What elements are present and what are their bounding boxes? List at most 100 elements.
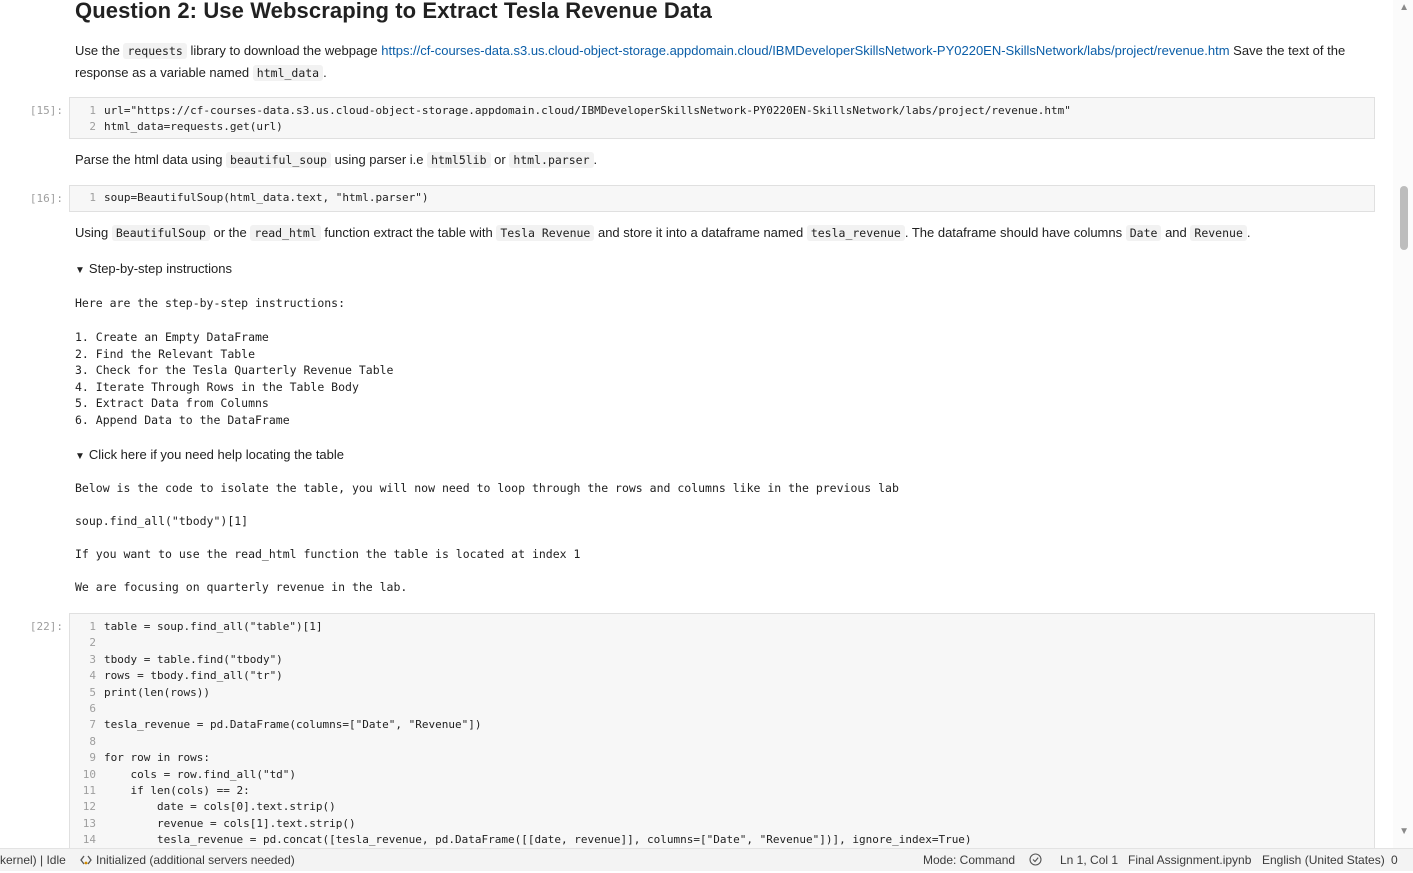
scroll-down-icon[interactable]: ▼ bbox=[1399, 826, 1409, 837]
cursor-position[interactable]: Ln 1, Col 1 bbox=[1060, 849, 1118, 871]
text: . bbox=[593, 152, 598, 167]
line-number: 14 bbox=[82, 833, 96, 847]
status-bar: kernel) | Idle Initialized (additional s… bbox=[0, 848, 1413, 871]
inline-code: html_data bbox=[252, 65, 324, 81]
text: Using bbox=[75, 225, 109, 240]
code-text: url="https://cf-courses-data.s3.us.cloud… bbox=[104, 104, 1071, 117]
line-number: 11 bbox=[82, 783, 96, 797]
code-line[interactable]: 2 html_data=requests.get(url) bbox=[78, 119, 1366, 135]
code-text: html_data=requests.get(url) bbox=[104, 120, 283, 134]
line-number: 12 bbox=[82, 800, 96, 814]
line-number: 3 bbox=[89, 652, 96, 666]
text: Parse the html data using bbox=[75, 152, 223, 167]
line-number: 6 bbox=[89, 701, 96, 715]
code-cell[interactable]: 1 soup=BeautifulSoup(html_data.text, "htm… bbox=[69, 185, 1375, 212]
lsp-icon bbox=[80, 851, 92, 865]
mode-status[interactable]: Mode: Command bbox=[923, 849, 1015, 871]
line-number: 2 bbox=[89, 120, 96, 134]
inline-code: read_html bbox=[250, 225, 321, 241]
line-number: 8 bbox=[89, 734, 96, 748]
code-text: soup=BeautifulSoup(html_data.text, "html… bbox=[104, 191, 429, 204]
language-status[interactable]: English (United States) bbox=[1262, 849, 1385, 871]
code-text: tesla_revenue = pd.concat([tesla_revenue… bbox=[104, 833, 972, 847]
code-line[interactable]: 4 rows = tbody.find_all("tr") bbox=[78, 668, 1366, 684]
text: and bbox=[1165, 225, 1187, 240]
inline-code: BeautifulSoup bbox=[111, 225, 210, 241]
code-text: rows = tbody.find_all("tr") bbox=[104, 669, 283, 683]
execution-count: [16]: bbox=[29, 192, 63, 205]
page-title: Question 2: Use Webscraping to Extract T… bbox=[75, 0, 712, 23]
code-text: tbody = table.find("tbody") bbox=[104, 652, 283, 666]
details-summary-steps[interactable]: ▼ Step-by-step instructions bbox=[75, 261, 232, 276]
code-line[interactable]: 12 date = cols[0].text.strip() bbox=[78, 799, 1366, 815]
details-summary-help[interactable]: ▼ Click here if you need help locating th… bbox=[75, 447, 344, 462]
file-name[interactable]: Final Assignment.ipynb bbox=[1128, 849, 1251, 871]
notebook-area: Question 2: Use Webscraping to Extract T… bbox=[0, 0, 1392, 848]
shield-icon[interactable] bbox=[1029, 849, 1042, 871]
inline-code: Tesla Revenue bbox=[496, 225, 595, 241]
lsp-status[interactable]: Initialized (additional servers needed) bbox=[80, 849, 295, 871]
help-text: If you want to use the read_html functio… bbox=[75, 547, 581, 561]
code-line[interactable]: 1 soup=BeautifulSoup(html_data.text, "htm… bbox=[78, 190, 1366, 206]
inline-code: tesla_revenue bbox=[806, 225, 905, 241]
code-line[interactable]: 1 table = soup.find_all("table")[1] bbox=[78, 619, 1366, 635]
text: function extract the table with bbox=[324, 225, 493, 240]
revenue-link[interactable]: https://cf-courses-data.s3.us.cloud-obje… bbox=[381, 43, 1229, 58]
code-cell[interactable]: 1 url="https://cf-courses-data.s3.us.clou… bbox=[69, 97, 1375, 139]
text: Use the bbox=[75, 43, 120, 58]
code-line[interactable]: 3 tbody = table.find("tbody") bbox=[78, 652, 1366, 668]
code-text: cols = row.find_all("td") bbox=[104, 767, 297, 781]
line-number: 1 bbox=[89, 191, 96, 204]
list-item: 4. Iterate Through Rows in the Table Bod… bbox=[75, 379, 359, 394]
markdown-cell-extract: Using BeautifulSoup or the read_html fun… bbox=[75, 222, 1372, 244]
code-text: table = soup.find_all("table")[1] bbox=[104, 620, 323, 633]
inline-code: Date bbox=[1125, 225, 1162, 241]
markdown-cell-instructions: Use the requests library to download the… bbox=[75, 40, 1372, 84]
code-text: if len(cols) == 2: bbox=[104, 783, 250, 797]
code-text: revenue = cols[1].text.strip() bbox=[104, 816, 356, 830]
kernel-status[interactable]: kernel) | Idle bbox=[0, 849, 66, 871]
line-number: 5 bbox=[89, 685, 96, 699]
code-line[interactable]: 8 bbox=[78, 734, 1366, 750]
execution-count: [22]: bbox=[29, 620, 63, 633]
code-line[interactable]: 13 revenue = cols[1].text.strip() bbox=[78, 816, 1366, 832]
text: . bbox=[1246, 225, 1251, 240]
notification-count[interactable]: 0 bbox=[1391, 849, 1398, 871]
vertical-scrollbar[interactable]: ▲ ▼ bbox=[1393, 0, 1413, 848]
code-line[interactable]: 11 if len(cols) == 2: bbox=[78, 783, 1366, 799]
code-line[interactable]: 9 for row in rows: bbox=[78, 750, 1366, 766]
text: and store it into a dataframe named bbox=[597, 225, 804, 240]
code-line[interactable]: 6 bbox=[78, 701, 1366, 717]
line-number: 13 bbox=[82, 816, 96, 830]
text: using parser i.e bbox=[334, 152, 424, 167]
inline-code: requests bbox=[123, 43, 187, 59]
help-text: Below is the code to isolate the table, … bbox=[75, 481, 899, 495]
summary-label: Step-by-step instructions bbox=[88, 261, 232, 276]
list-item: 5. Extract Data from Columns bbox=[75, 396, 269, 411]
code-line[interactable]: 2 bbox=[78, 635, 1366, 651]
code-line[interactable]: 10 cols = row.find_all("td") bbox=[78, 767, 1366, 783]
code-line[interactable]: 1 url="https://cf-courses-data.s3.us.clou… bbox=[78, 103, 1366, 119]
code-text: for row in rows: bbox=[104, 751, 210, 765]
code-line[interactable]: 7 tesla_revenue = pd.DataFrame(columns=["… bbox=[78, 717, 1366, 733]
scroll-thumb[interactable] bbox=[1400, 186, 1408, 250]
inline-code: html5lib bbox=[427, 152, 491, 168]
code-text: print(len(rows)) bbox=[104, 685, 210, 699]
line-number: 1 bbox=[89, 620, 96, 633]
code-line[interactable]: 5 print(len(rows)) bbox=[78, 685, 1366, 701]
line-number: 4 bbox=[89, 669, 96, 683]
code-line[interactable]: 14 tesla_revenue = pd.concat([tesla_reve… bbox=[78, 832, 1366, 848]
markdown-cell-heading: Question 2: Use Webscraping to Extract T… bbox=[75, 0, 1372, 24]
text: or the bbox=[213, 225, 247, 240]
help-text: We are focusing on quarterly revenue in … bbox=[75, 580, 408, 594]
code-text: date = cols[0].text.strip() bbox=[104, 800, 336, 814]
list-item: 3. Check for the Tesla Quarterly Revenue… bbox=[75, 363, 394, 378]
code-cell[interactable]: 1 table = soup.find_all("table")[1] 2 3 tbod… bbox=[69, 613, 1375, 848]
summary-label: Click here if you need help locating the… bbox=[88, 447, 345, 462]
inline-code: beautiful_soup bbox=[226, 152, 331, 168]
text: . bbox=[323, 65, 327, 80]
scroll-up-icon[interactable]: ▲ bbox=[1399, 2, 1409, 13]
steps-list: 1. Create an Empty DataFrame 2. Find the … bbox=[75, 329, 394, 429]
list-item: 1. Create an Empty DataFrame bbox=[75, 330, 269, 344]
text: . The dataframe should have columns bbox=[904, 225, 1123, 240]
